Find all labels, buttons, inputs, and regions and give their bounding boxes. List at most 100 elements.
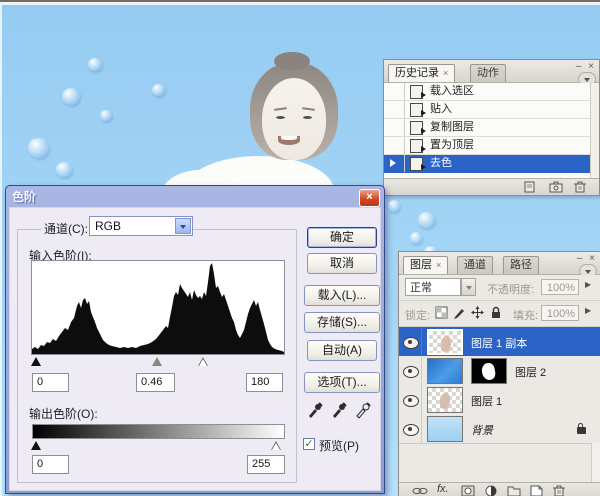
- fill-value: 100%: [547, 308, 575, 320]
- output-highlight-field[interactable]: 255: [247, 455, 285, 474]
- fill-field[interactable]: 100%: [541, 305, 579, 321]
- panel-window-controls[interactable]: – ×: [577, 253, 597, 264]
- chevron-down-icon[interactable]: [175, 218, 191, 234]
- layer-name: 图层 2: [515, 364, 546, 380]
- black-point-eyedropper-icon[interactable]: [306, 400, 324, 419]
- link-layers-chain-icon[interactable]: [412, 485, 426, 496]
- window-top-edge: [0, 2, 600, 5]
- history-scrollbar[interactable]: [590, 83, 599, 179]
- fill-flyout-arrow-icon[interactable]: ▶: [585, 306, 591, 315]
- layer-thumbnail[interactable]: [427, 358, 463, 384]
- layer-row[interactable]: 图层 1: [399, 385, 600, 415]
- levels-dialog: 色阶 × 通道(C): RGB 输入色阶(I): 0 0.46 180 输出色阶: [5, 185, 385, 494]
- lock-label: 锁定:: [405, 307, 430, 323]
- chevron-down-icon[interactable]: [461, 278, 476, 296]
- channel-select[interactable]: RGB: [89, 216, 193, 236]
- layers-scrollbar[interactable]: [591, 443, 600, 483]
- layer-row[interactable]: 图层 2: [399, 356, 600, 386]
- lock-pixels-brush-icon[interactable]: [453, 306, 467, 320]
- input-shadow-field[interactable]: 0: [32, 373, 69, 392]
- layers-panel-header: – × 图层 × 通道 路径: [399, 252, 600, 275]
- input-gamma-slider[interactable]: [152, 357, 162, 366]
- layer-row-selected[interactable]: 图层 1 副本: [399, 327, 600, 357]
- close-icon[interactable]: ×: [588, 61, 596, 72]
- history-state-column: [384, 119, 405, 136]
- close-icon[interactable]: ×: [359, 189, 380, 207]
- gray-point-eyedropper-icon[interactable]: [330, 400, 348, 419]
- blend-mode-row: 正常 不透明度: 100% ▶: [399, 275, 600, 301]
- tab-close-icon[interactable]: ×: [443, 68, 448, 78]
- thumbnail-figure: [439, 392, 451, 409]
- portrait-photo: [222, 52, 372, 197]
- opacity-flyout-arrow-icon[interactable]: ▶: [585, 280, 591, 289]
- history-item[interactable]: 置为顶层: [384, 137, 599, 155]
- lock-transparency-icon[interactable]: [435, 306, 449, 320]
- history-item[interactable]: 贴入: [384, 101, 599, 119]
- save-button[interactable]: 存储(S)...: [304, 312, 380, 333]
- tab-layers[interactable]: 图层 ×: [403, 256, 448, 274]
- tab-history[interactable]: 历史记录×: [388, 64, 455, 82]
- layer-thumbnail[interactable]: [427, 416, 463, 442]
- tab-paths[interactable]: 路径: [503, 256, 539, 274]
- blend-mode-select[interactable]: 正常: [405, 278, 461, 296]
- output-shadow-field[interactable]: 0: [32, 455, 69, 474]
- layer-thumbnail[interactable]: [427, 387, 463, 413]
- tab-layers-label: 图层: [410, 259, 432, 271]
- layer-style-fx-icon[interactable]: fx.: [437, 483, 451, 495]
- window-left-edge: [0, 2, 2, 496]
- layers-panel: – × 图层 × 通道 路径 正常 不透明度: 100% ▶ 锁定: 填充: 10…: [398, 251, 600, 496]
- lock-position-move-icon[interactable]: [471, 306, 485, 320]
- opacity-field[interactable]: 100%: [541, 279, 579, 295]
- panel-window-controls[interactable]: – ×: [576, 61, 596, 72]
- layer-row-background[interactable]: 背景: [399, 414, 600, 444]
- history-state-column: [384, 83, 405, 100]
- water-droplet: [62, 88, 80, 105]
- options-button-label: 选项(T)...: [317, 375, 366, 389]
- history-item-selected[interactable]: 去色: [384, 155, 599, 173]
- auto-button[interactable]: 自动(A): [307, 340, 377, 361]
- output-shadow-slider[interactable]: [31, 441, 41, 450]
- water-droplet: [418, 212, 435, 228]
- layer-thumbnail[interactable]: [427, 329, 463, 355]
- cancel-button[interactable]: 取消: [307, 253, 377, 274]
- histogram: [31, 260, 285, 355]
- new-document-from-state-icon[interactable]: [523, 181, 537, 193]
- minimize-icon[interactable]: –: [576, 61, 584, 72]
- minimize-icon[interactable]: –: [577, 253, 585, 264]
- eye-icon[interactable]: [403, 366, 419, 378]
- eye-icon[interactable]: [403, 424, 419, 436]
- history-panel-footer: [384, 178, 599, 195]
- tab-channels[interactable]: 通道: [457, 256, 493, 274]
- preview-checkbox[interactable]: ✓: [303, 438, 315, 450]
- input-shadow-slider[interactable]: [31, 357, 41, 366]
- delete-state-trash-icon[interactable]: [573, 181, 587, 193]
- new-snapshot-icon[interactable]: [549, 181, 563, 193]
- adjustment-layer-icon[interactable]: [485, 485, 499, 496]
- eye-icon[interactable]: [403, 337, 419, 349]
- new-layer-icon[interactable]: [530, 485, 544, 496]
- channel-value: RGB: [95, 219, 121, 233]
- lock-all-icon[interactable]: [489, 306, 503, 320]
- delete-layer-trash-icon[interactable]: [552, 485, 566, 496]
- input-gamma-field[interactable]: 0.46: [136, 373, 175, 392]
- history-item[interactable]: 复制图层: [384, 119, 599, 137]
- history-item[interactable]: 载入选区: [384, 83, 599, 101]
- portrait-smile: [278, 136, 300, 145]
- load-button[interactable]: 载入(L)...: [304, 285, 380, 306]
- input-highlight-field[interactable]: 180: [246, 373, 283, 392]
- options-button[interactable]: 选项(T)...: [304, 372, 380, 393]
- white-point-eyedropper-icon[interactable]: [354, 400, 372, 419]
- check-icon: ✓: [304, 438, 313, 450]
- layer-mask-thumbnail[interactable]: [471, 358, 507, 384]
- input-highlight-slider-inner: [199, 359, 207, 366]
- tab-actions[interactable]: 动作: [470, 64, 506, 82]
- lock-row: 锁定: 填充: 100% ▶: [399, 301, 600, 327]
- ok-button[interactable]: 确定: [307, 227, 377, 248]
- close-icon[interactable]: ×: [589, 253, 597, 264]
- lock-icon: [577, 427, 586, 434]
- eye-icon[interactable]: [403, 395, 419, 407]
- add-layer-mask-icon[interactable]: [461, 485, 475, 496]
- tab-close-icon[interactable]: ×: [436, 260, 441, 270]
- layer-name: 背景: [471, 422, 493, 438]
- new-group-folder-icon[interactable]: [507, 485, 521, 496]
